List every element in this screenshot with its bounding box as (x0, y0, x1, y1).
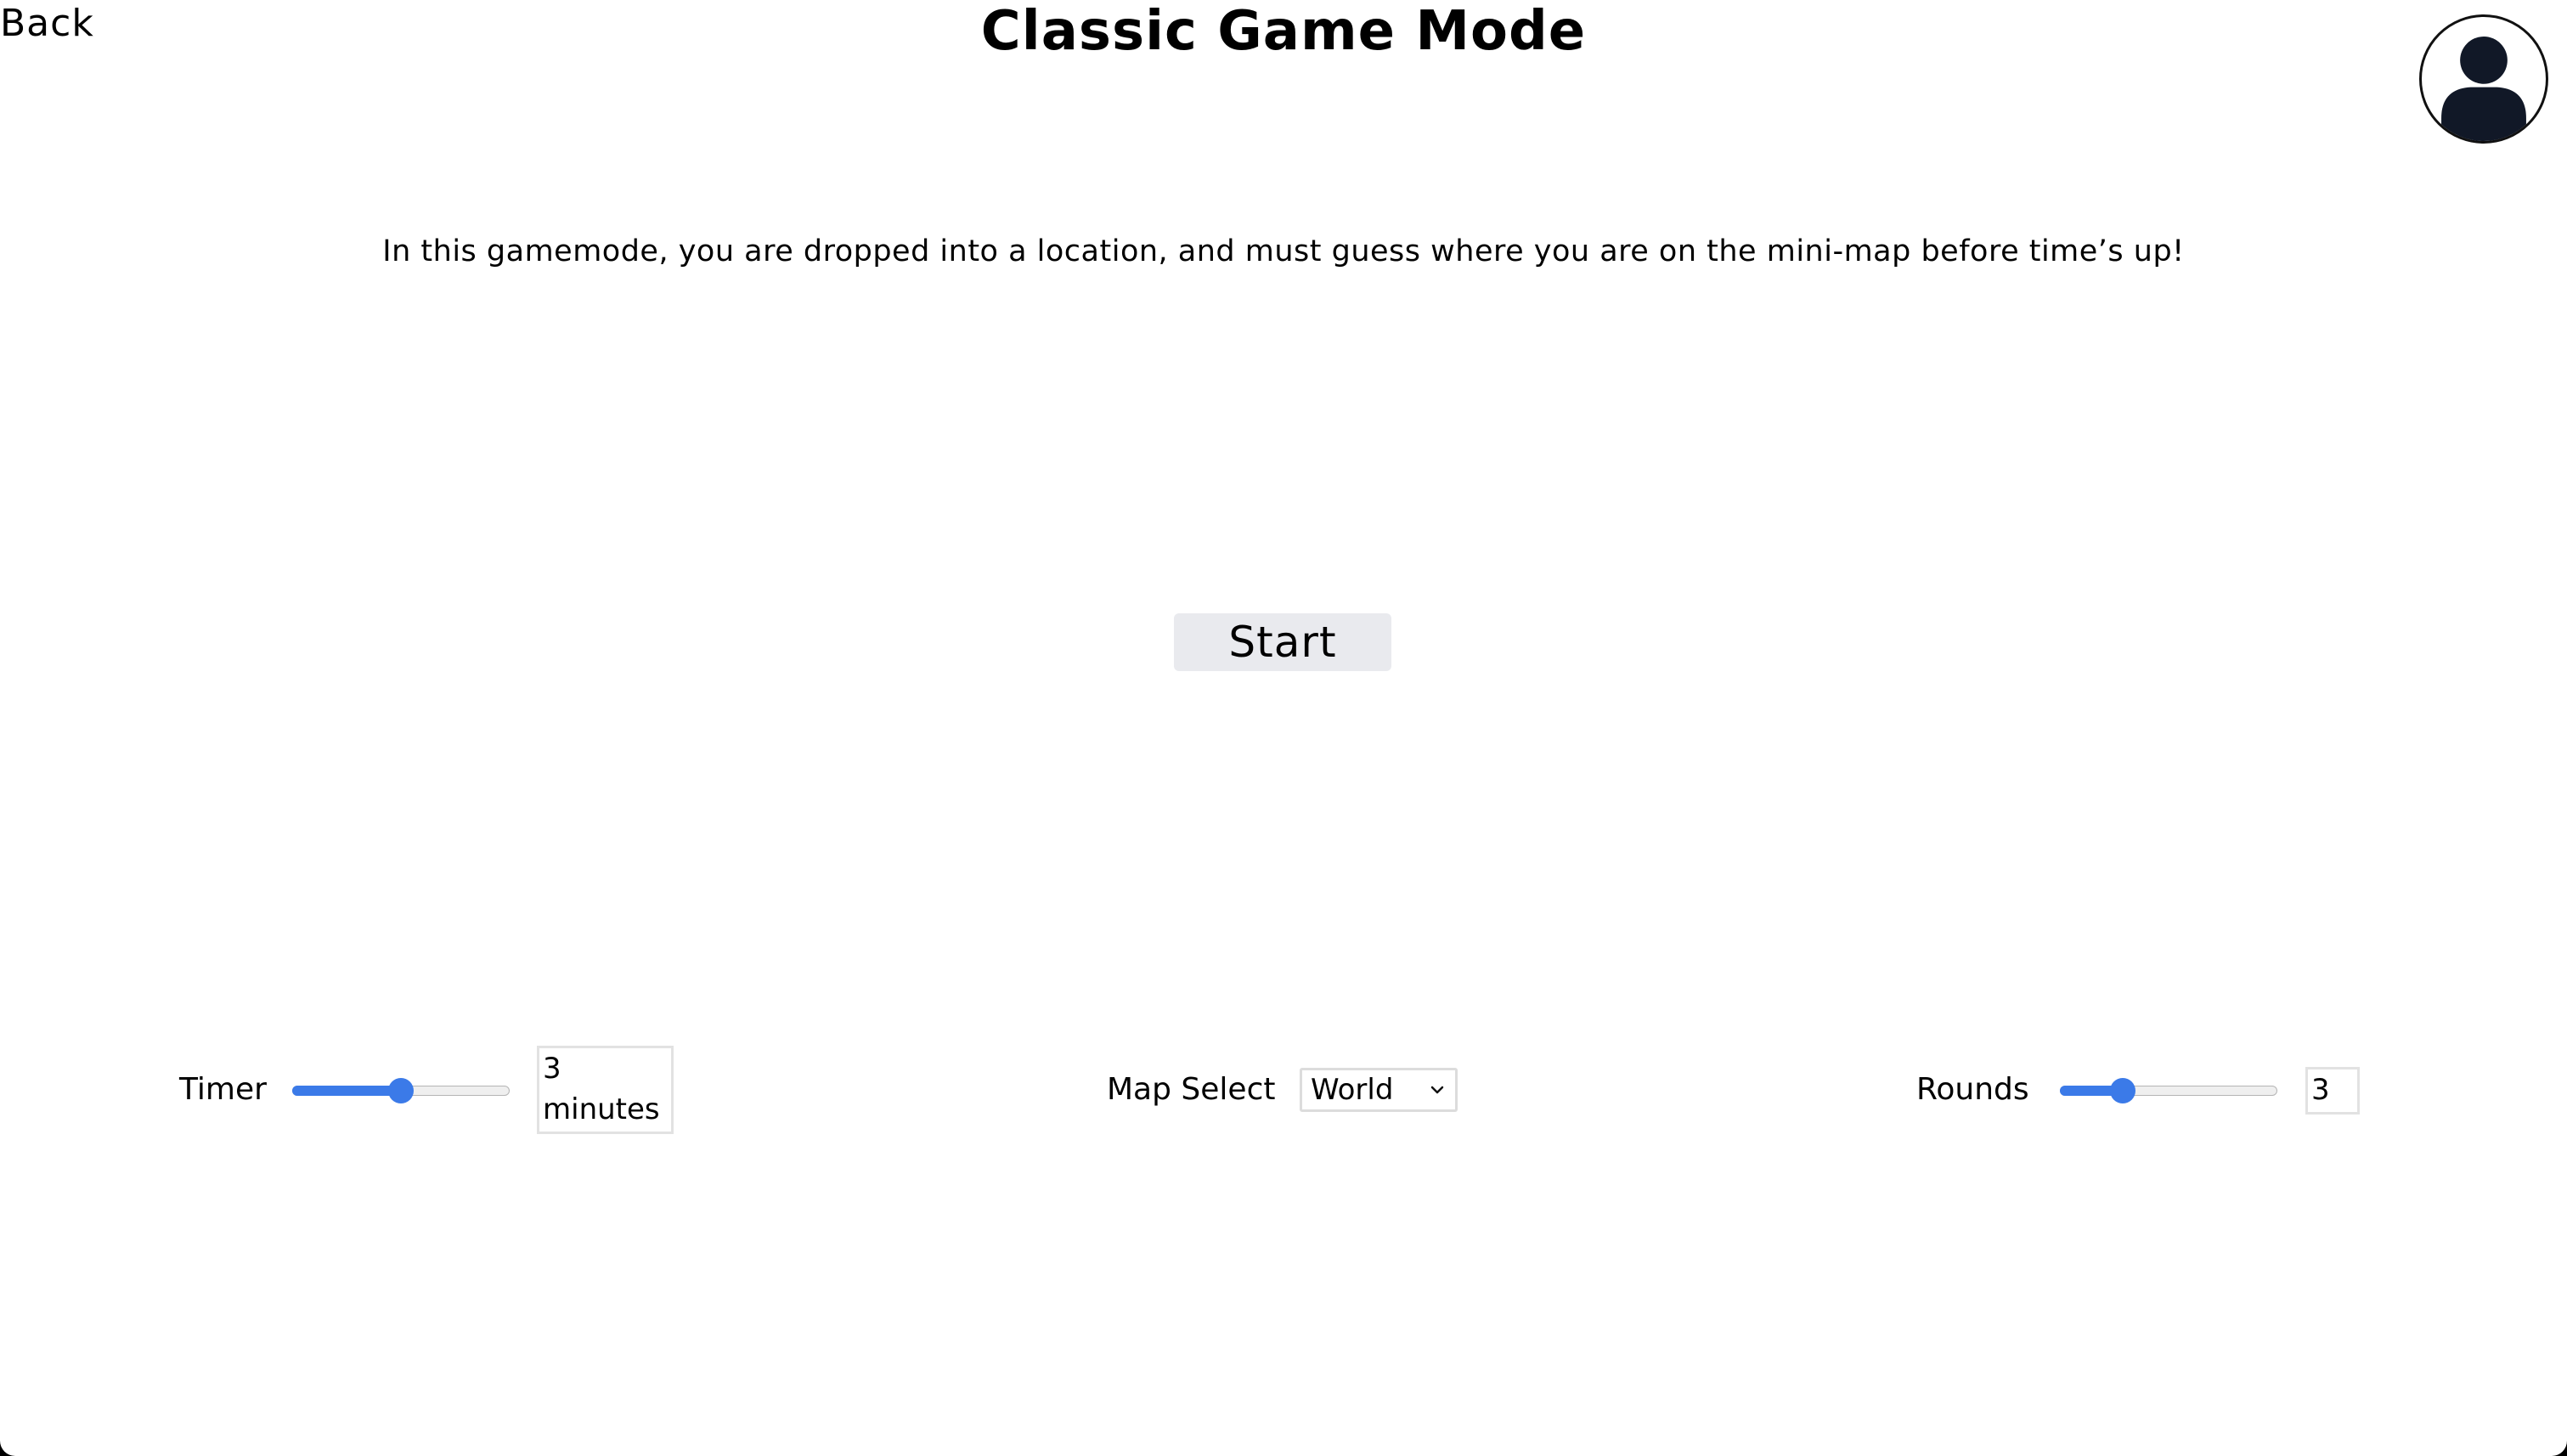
user-avatar-icon (2441, 37, 2526, 141)
timer-label: Timer (179, 1072, 267, 1107)
map-select-value: World (1311, 1073, 1394, 1107)
timer-slider[interactable] (292, 1077, 510, 1104)
page-title: Classic Game Mode (980, 0, 1587, 63)
map-select-label: Map Select (1107, 1072, 1276, 1107)
map-select-dropdown[interactable]: World (1300, 1068, 1458, 1112)
slider-thumb[interactable] (388, 1078, 414, 1103)
slider-thumb[interactable] (2109, 1078, 2135, 1103)
slider-fill (292, 1086, 401, 1096)
mode-description: In this gamemode, you are dropped into a… (382, 234, 2185, 268)
rounds-value-box[interactable]: 3 (2305, 1067, 2360, 1115)
rounds-label: Rounds (1916, 1072, 2029, 1107)
start-button[interactable]: Start (1174, 613, 1391, 671)
profile-avatar-button[interactable] (2419, 14, 2548, 144)
timer-value-box[interactable]: 3 minutes (537, 1046, 674, 1134)
rounds-slider[interactable] (2060, 1077, 2277, 1104)
page: Back Classic Game Mode In this gamemode,… (0, 0, 2567, 1456)
chevron-down-icon (1430, 1086, 1444, 1094)
